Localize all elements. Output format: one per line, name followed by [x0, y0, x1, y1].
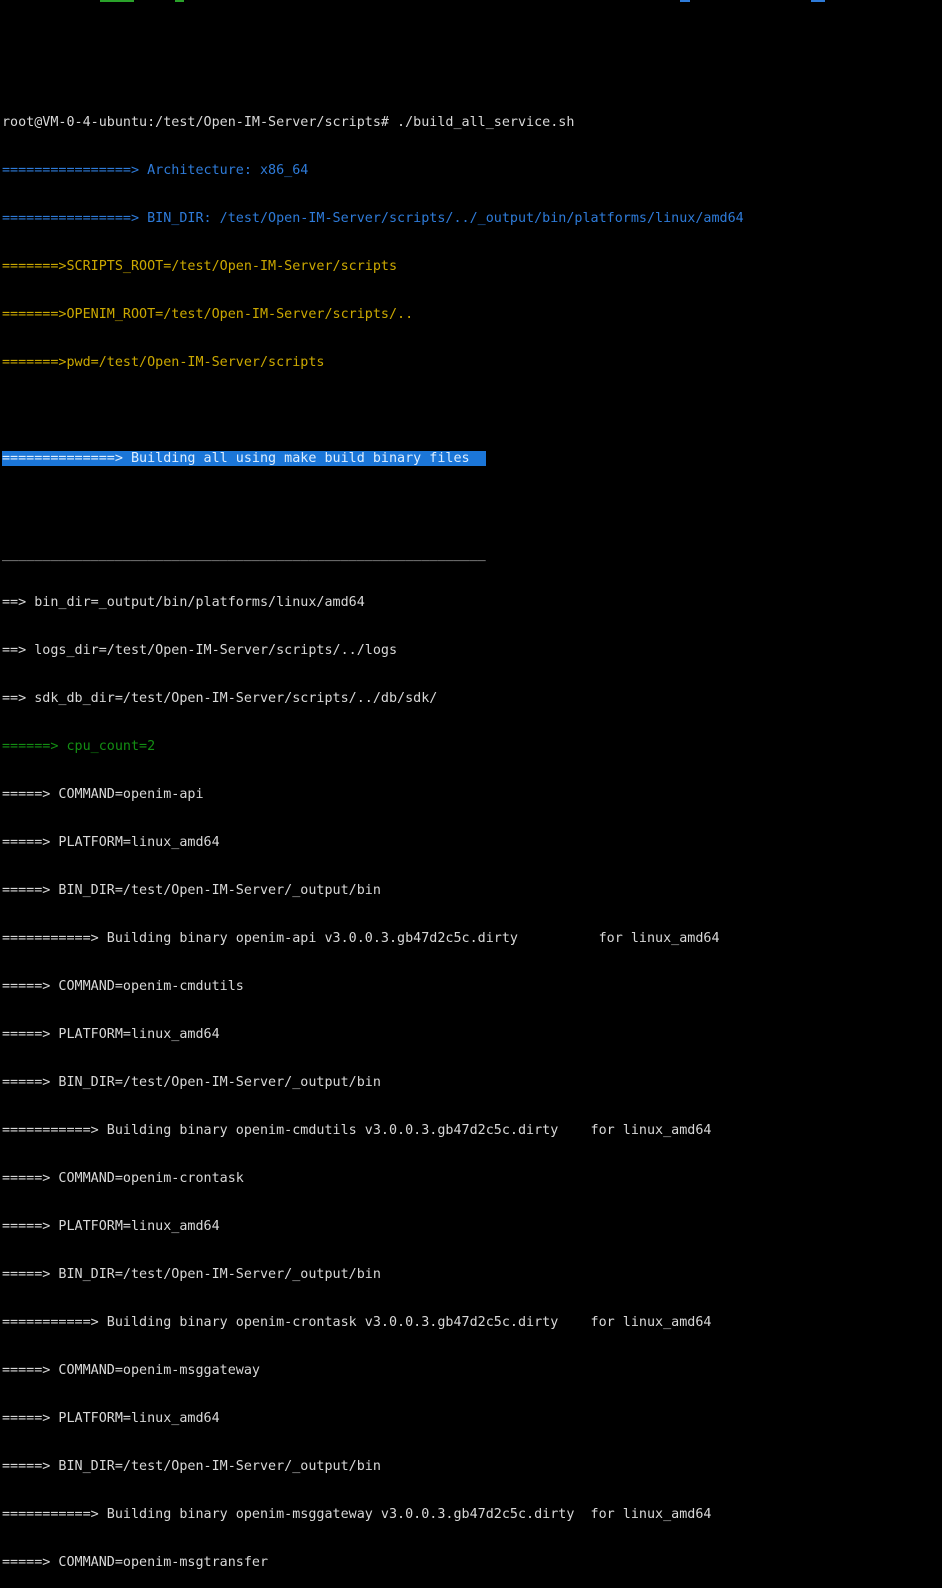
cutoff-previous-line-fragment: [811, 0, 825, 2]
building-all-banner-line: ==============> Building all using make …: [2, 451, 942, 467]
platform-line: =====> PLATFORM=linux_amd64: [2, 1219, 942, 1235]
platform-line: =====> PLATFORM=linux_amd64: [2, 1027, 942, 1043]
building-all-banner-highlight: ==============> Building all using make …: [2, 451, 486, 466]
bin-dir-line: =====> BIN_DIR=/test/Open-IM-Server/_out…: [2, 1075, 942, 1091]
cutoff-previous-line-fragment: [680, 0, 690, 2]
blank-line: [2, 403, 942, 419]
building-binary-msggateway-line: ===========> Building binary openim-msgg…: [2, 1507, 942, 1523]
info-bin-dir-line: ================> BIN_DIR: /test/Open-IM…: [2, 211, 942, 227]
command-line-msgtransfer: =====> COMMAND=openim-msgtransfer: [2, 1555, 942, 1571]
var-bin-dir-line: ==> bin_dir=_output/bin/platforms/linux/…: [2, 595, 942, 611]
blank-line: [2, 499, 942, 515]
info-architecture-line: ================> Architecture: x86_64: [2, 163, 942, 179]
env-pwd-line: =======>pwd=/test/Open-IM-Server/scripts: [2, 355, 942, 371]
underscore-rule-line: ________________________________________…: [2, 547, 942, 563]
bin-dir-line: =====> BIN_DIR=/test/Open-IM-Server/_out…: [2, 883, 942, 899]
terminal-screen[interactable]: root@VM-0-4-ubuntu:/test/Open-IM-Server/…: [0, 0, 942, 794]
cpu-count-line: ======> cpu_count=2: [2, 739, 942, 755]
bin-dir-line: =====> BIN_DIR=/test/Open-IM-Server/_out…: [2, 1459, 942, 1475]
bin-dir-line: =====> BIN_DIR=/test/Open-IM-Server/_out…: [2, 1267, 942, 1283]
building-binary-cmdutils-line: ===========> Building binary openim-cmdu…: [2, 1123, 942, 1139]
building-binary-api-line: ===========> Building binary openim-api …: [2, 931, 942, 947]
command-line-crontask: =====> COMMAND=openim-crontask: [2, 1171, 942, 1187]
command-line-api: =====> COMMAND=openim-api: [2, 787, 942, 803]
platform-line: =====> PLATFORM=linux_amd64: [2, 835, 942, 851]
command-line-cmdutils: =====> COMMAND=openim-cmdutils: [2, 979, 942, 995]
env-scripts-root-line: =======>SCRIPTS_ROOT=/test/Open-IM-Serve…: [2, 259, 942, 275]
building-binary-crontask-line: ===========> Building binary openim-cron…: [2, 1315, 942, 1331]
cutoff-previous-line-fragment: [175, 0, 184, 2]
var-logs-dir-line: ==> logs_dir=/test/Open-IM-Server/script…: [2, 643, 942, 659]
var-sdk-db-dir-line: ==> sdk_db_dir=/test/Open-IM-Server/scri…: [2, 691, 942, 707]
cutoff-previous-line-fragment: [100, 0, 134, 2]
platform-line: =====> PLATFORM=linux_amd64: [2, 1411, 942, 1427]
prompt-line: root@VM-0-4-ubuntu:/test/Open-IM-Server/…: [2, 115, 942, 131]
env-openim-root-line: =======>OPENIM_ROOT=/test/Open-IM-Server…: [2, 307, 942, 323]
command-line-msggateway: =====> COMMAND=openim-msggateway: [2, 1363, 942, 1379]
